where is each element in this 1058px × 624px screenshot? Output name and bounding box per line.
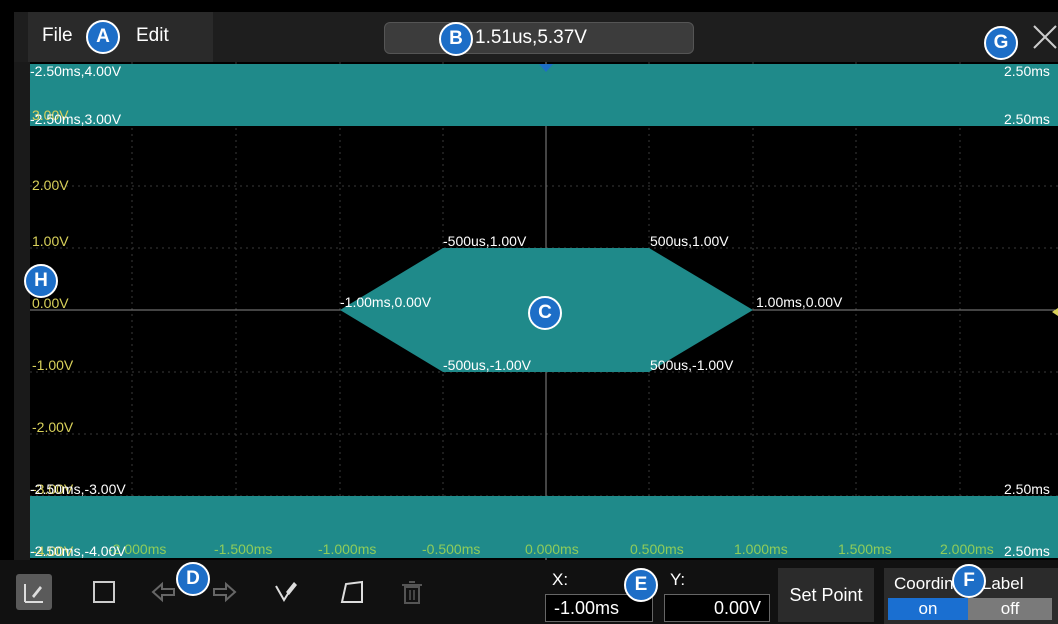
mask-label-bottom-right-2: 2.50ms xyxy=(1004,543,1050,559)
mask-label-bottom-right-1: 2.50ms xyxy=(1004,481,1050,497)
vertex-label-bottom-left: -500us,-1.00V xyxy=(443,357,532,373)
coordinate-label-off-toggle[interactable]: off xyxy=(968,598,1052,620)
redo-icon xyxy=(213,581,237,603)
callout-b: B xyxy=(439,22,473,56)
mask-label-top-right-1: 2.50ms xyxy=(1004,63,1050,79)
redo-button[interactable] xyxy=(206,574,242,610)
close-icon xyxy=(1033,25,1057,49)
callout-g: G xyxy=(984,26,1018,60)
mask-region-top[interactable] xyxy=(30,64,1058,126)
polygon-icon xyxy=(340,580,363,603)
left-edge-bar xyxy=(14,62,30,560)
mask-label-bottom-left-1: -2.50ms,-3.00V xyxy=(30,481,126,497)
set-point-button[interactable]: Set Point xyxy=(778,568,874,622)
right-trigger-level-icon xyxy=(1052,308,1058,316)
mask-label-bottom-left-2: -2.50ms,-4.00V xyxy=(30,543,126,559)
mask-label-top-left-2: -2.50ms,3.00V xyxy=(30,111,122,127)
callout-d: D xyxy=(176,562,210,596)
vertex-label-bottom-right: 500us,-1.00V xyxy=(650,357,734,373)
polygon-tool-button[interactable] xyxy=(334,574,370,610)
x-label-neg0-5ms: -0.500ms xyxy=(422,541,480,557)
y-coordinate-input[interactable]: 0.00V xyxy=(664,594,770,622)
select-pointer-icon xyxy=(24,584,43,603)
y-label-neg2v: -2.00V xyxy=(32,419,74,435)
callout-c: C xyxy=(528,296,562,330)
x-label-1-5ms: 1.500ms xyxy=(838,541,892,557)
y-coordinate-label: Y: xyxy=(670,570,686,589)
cursor-readout: 1.51us,5.37V xyxy=(384,22,694,54)
menu-file[interactable]: File xyxy=(42,12,73,62)
rectangle-tool-button[interactable] xyxy=(86,574,122,610)
y-label-1v: 1.00V xyxy=(32,233,69,249)
x-coordinate-label: X: xyxy=(552,570,569,589)
x-label-1ms: 1.000ms xyxy=(734,541,788,557)
x-label-neg1-5ms: -1.500ms xyxy=(214,541,272,557)
cursor-readout-text: 1.51us,5.37V xyxy=(475,27,587,48)
x-label-neg1ms: -1.000ms xyxy=(318,541,376,557)
callout-f: F xyxy=(952,564,986,598)
x-label-0-5ms: 0.500ms xyxy=(630,541,684,557)
y-label-neg1v: -1.00V xyxy=(32,357,74,373)
select-tool-button[interactable] xyxy=(16,574,52,610)
x-label-0ms: 0.000ms xyxy=(525,541,579,557)
y-label-2v: 2.00V xyxy=(32,177,69,193)
vertex-label-top-right: 500us,1.00V xyxy=(650,233,729,249)
mask-editor-screen: File Edit 1.51us,5.37V 3.00V 2.00V 1.00V… xyxy=(0,0,1058,624)
rectangle-icon xyxy=(93,581,115,603)
mask-label-top-right-2: 2.50ms xyxy=(1004,111,1050,127)
callout-a: A xyxy=(86,20,120,54)
mask-label-top-left-1: -2.50ms,4.00V xyxy=(30,63,122,79)
close-button[interactable] xyxy=(1030,22,1058,52)
vertex-label-left: -1.00ms,0.00V xyxy=(340,294,432,310)
vertex-label-top-left: -500us,1.00V xyxy=(443,233,527,249)
top-bar: File Edit 1.51us,5.37V xyxy=(14,12,1058,62)
trash-icon xyxy=(402,581,422,604)
point-edit-icon xyxy=(275,582,297,602)
undo-icon xyxy=(151,581,175,603)
callout-h: H xyxy=(24,264,58,298)
coordinate-label-on-toggle[interactable]: on xyxy=(888,598,968,620)
menu-edit[interactable]: Edit xyxy=(136,12,169,62)
point-tool-button[interactable] xyxy=(268,574,304,610)
vertex-label-right: 1.00ms,0.00V xyxy=(756,294,843,310)
x-label-2ms: 2.000ms xyxy=(940,541,994,557)
delete-button[interactable] xyxy=(394,574,430,610)
callout-e: E xyxy=(624,568,658,602)
